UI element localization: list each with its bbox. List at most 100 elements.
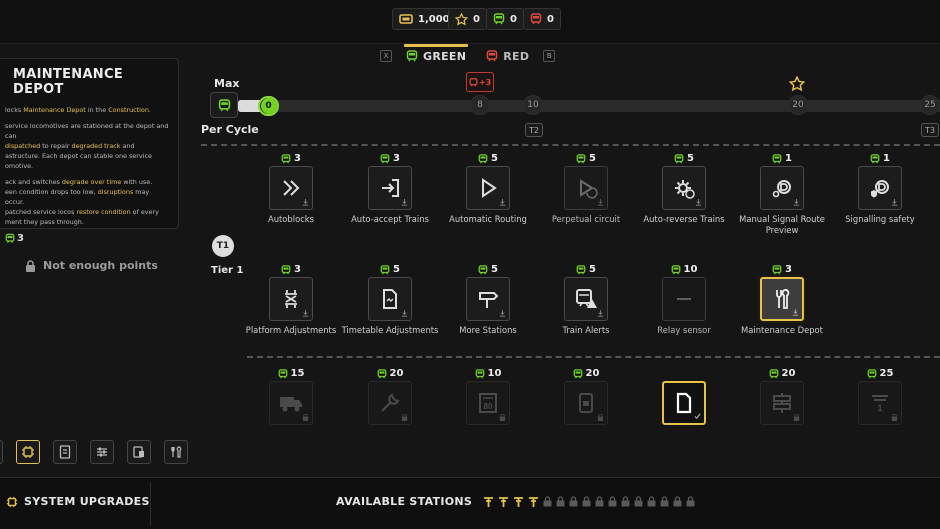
- tools-icon: [171, 446, 182, 458]
- upgrade-node-train-alerts[interactable]: 5 Train Alerts: [541, 264, 631, 364]
- locked-slot-icon: [673, 496, 682, 507]
- locked-slot-icon: [569, 496, 578, 507]
- coins-counter: 1,000: [392, 8, 457, 30]
- red-train-icon: [530, 13, 542, 25]
- upgrade-cost: 15: [246, 368, 336, 379]
- upgrade-node-document[interactable]: [639, 368, 729, 468]
- tab-prev-keyhint: X: [380, 50, 392, 62]
- red-train-icon: [486, 50, 498, 62]
- station-icon: [133, 446, 144, 458]
- upgrade-label: Manual Signal Route Preview: [739, 214, 825, 235]
- milestone-tick: 20: [788, 95, 808, 115]
- dash-icon: [662, 277, 706, 321]
- green-train-icon: [5, 233, 15, 243]
- upgrade-node-manual-signal-route-preview[interactable]: 1 Manual Signal Route Preview: [737, 153, 827, 253]
- upgrade-cost: 5: [639, 153, 729, 164]
- station-slot-icon: [484, 496, 494, 507]
- upgrade-detail-panel: MAINTENANCE DEPOT locks Maintenance Depo…: [0, 58, 179, 244]
- tier-badge: T1: [212, 235, 234, 257]
- resource-bar: 1,000 0 0 0: [0, 0, 940, 44]
- locked-slot-icon: [582, 496, 591, 507]
- bottom-bar: SYSTEM UPGRADES AVAILABLE STATIONS: [0, 477, 940, 529]
- upgrade-cost: 3: [345, 153, 435, 164]
- tab-red-label: RED: [503, 49, 530, 63]
- upgrade-node-signalling-safety[interactable]: 1 Signalling safety: [835, 153, 925, 253]
- coin-icon: [399, 14, 413, 24]
- sliders-icon: [97, 447, 107, 457]
- category-button-tools[interactable]: [164, 440, 188, 464]
- locked-slot-icon: [686, 496, 695, 507]
- upgrade-label: Auto-reverse Trains: [643, 214, 725, 224]
- green-train-icon: [772, 264, 782, 274]
- upgrade-node-locked[interactable]: 10 80: [443, 368, 533, 468]
- locked-slot-icon: [608, 496, 617, 507]
- green-train-icon: [377, 368, 386, 378]
- milestone-tick: 25: [920, 95, 940, 115]
- available-stations: AVAILABLE STATIONS: [336, 495, 695, 508]
- shuffle-icon: [269, 277, 313, 321]
- system-upgrades-button[interactable]: SYSTEM UPGRADES: [6, 495, 150, 508]
- category-button-document[interactable]: [53, 440, 77, 464]
- green-points-button[interactable]: [210, 92, 238, 118]
- upgrade-cost: 20: [345, 368, 435, 379]
- green-train-icon: [475, 368, 484, 378]
- tier-divider-top: [201, 144, 940, 146]
- upgrade-node-auto-reverse-trains[interactable]: 5 Auto-reverse Trains: [639, 153, 729, 253]
- upgrade-cost: 5: [443, 153, 533, 164]
- train-alert-icon: [564, 277, 608, 321]
- green-train-icon: [278, 368, 287, 378]
- upgrade-node-perpetual-circuit[interactable]: 5 Perpetual circuit: [541, 153, 631, 253]
- green-train-icon: [281, 264, 291, 274]
- upgrade-cost: 20: [737, 368, 827, 379]
- upgrade-node-autoblocks[interactable]: 3 Autoblocks: [246, 153, 336, 253]
- upgrade-node-locked[interactable]: 15: [246, 368, 336, 468]
- upgrade-node-more-stations[interactable]: 5 More Stations: [443, 264, 533, 364]
- upgrade-node-locked[interactable]: 25 1: [835, 368, 925, 468]
- red-train-icon: [469, 77, 478, 87]
- tier-label: Tier 1: [211, 265, 244, 276]
- red-points-value: 0: [547, 13, 554, 25]
- detail-cost: 3: [5, 233, 170, 244]
- green-train-icon: [576, 153, 586, 163]
- progress-track: [230, 100, 940, 112]
- upgrade-node-relay-sensor[interactable]: 10 Relay sensor: [639, 264, 729, 364]
- detail-cost-value: 3: [17, 233, 24, 244]
- upgrade-node-locked[interactable]: 20: [737, 368, 827, 468]
- upgrade-label: Relay sensor: [657, 325, 711, 335]
- category-button-partial[interactable]: [0, 440, 3, 464]
- upgrade-label: Perpetual circuit: [551, 214, 621, 224]
- upgrade-cost: 3: [246, 264, 336, 275]
- upgrade-node-auto-accept-trains[interactable]: 3 Auto-accept Trains: [345, 153, 435, 253]
- tab-green[interactable]: GREEN: [400, 43, 472, 65]
- max-label: Max: [214, 77, 240, 90]
- upgrade-cost: 5: [541, 153, 631, 164]
- upgrade-node-maintenance-depot[interactable]: 3 Maintenance Depot: [737, 264, 827, 364]
- detail-paragraph-1: locks Maintenance Depot in the Construct…: [5, 106, 151, 114]
- upgrade-label: Train Alerts: [562, 325, 610, 335]
- detail-title: MAINTENANCE DEPOT: [13, 67, 124, 97]
- detail-paragraph-3: ack and switches degrade over time with …: [5, 178, 159, 226]
- upgrade-node-automatic-routing[interactable]: 5 Automatic Routing: [443, 153, 533, 253]
- upgrade-cost: 5: [541, 264, 631, 275]
- green-points-value: 0: [510, 13, 517, 25]
- enter-icon: [368, 166, 412, 210]
- tab-red[interactable]: RED: [480, 48, 535, 65]
- truck-icon: [269, 381, 313, 425]
- green-points-counter: 0: [486, 8, 524, 30]
- bottom-divider: [150, 482, 151, 526]
- document-icon: [59, 445, 71, 459]
- upgrade-node-platform-adjustments[interactable]: 3 Platform Adjustments: [246, 264, 336, 364]
- category-button-sliders[interactable]: [90, 440, 114, 464]
- chevrons-icon: [269, 166, 313, 210]
- upgrade-cost: 3: [246, 153, 336, 164]
- category-button-station[interactable]: [127, 440, 151, 464]
- upgrade-node-locked[interactable]: 20: [345, 368, 435, 468]
- upgrade-node-locked[interactable]: 20: [541, 368, 631, 468]
- upgrade-node-timetable-adjustments[interactable]: 5 Timetable Adjustments: [342, 264, 439, 364]
- station-slot-icon: [499, 496, 509, 507]
- upgrade-cost: 1: [737, 153, 827, 164]
- category-button-chip[interactable]: [16, 440, 40, 464]
- track-tabs: X GREEN RED B: [380, 43, 556, 67]
- locked-slot-icon: [595, 496, 604, 507]
- green-train-icon: [380, 153, 390, 163]
